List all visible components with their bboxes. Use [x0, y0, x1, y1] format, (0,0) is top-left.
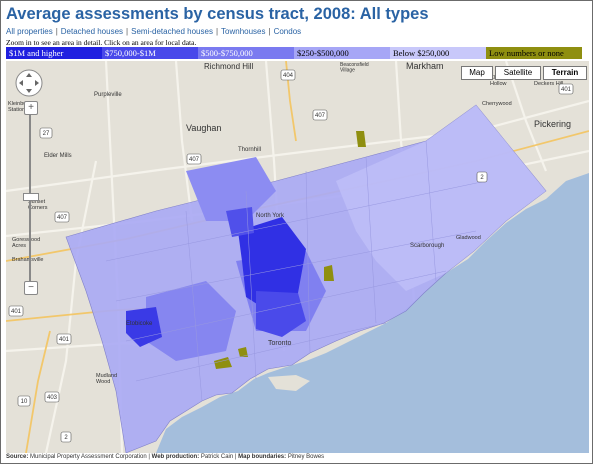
shield-403: 403 — [44, 391, 60, 403]
shield-407-mid: 407 — [186, 153, 202, 165]
shield-404-north: 404 — [280, 69, 296, 81]
label-brahamsville: Brahamsville — [12, 257, 43, 263]
svg-text:27: 27 — [43, 131, 50, 137]
shield-2-west: 2 — [60, 431, 72, 443]
svg-text:10: 10 — [21, 399, 28, 405]
map-type-map-button[interactable]: Map — [461, 66, 493, 80]
shield-10: 10 — [17, 395, 31, 407]
shield-2-east: 2 — [476, 171, 488, 183]
boundaries-text: Pitney Bowes — [287, 454, 325, 460]
label-toronto: Toronto — [268, 340, 291, 347]
zoom-in-button[interactable]: + — [24, 101, 38, 115]
source-text: Municipal Property Assessment Corporatio… — [30, 454, 147, 460]
shield-407-east: 407 — [312, 109, 328, 121]
label-gladwood: Gladwood — [456, 235, 481, 241]
label-north-york: North York — [256, 213, 285, 219]
page-title: Average assessments by census tract, 200… — [6, 5, 429, 23]
map-type-terrain-button[interactable]: Terrain — [543, 66, 587, 80]
svg-text:401: 401 — [561, 87, 572, 93]
nav-link-all-properties[interactable]: All properties — [6, 27, 53, 36]
shield-401-far-west: 401 — [8, 305, 24, 317]
web-label: Web production: — [151, 454, 200, 460]
property-type-nav: All properties | Detached houses | Semi-deta… — [6, 27, 302, 36]
label-elder-mills: Elder Mills — [44, 153, 72, 159]
legend-item-below-250k: Below $250,000 — [390, 47, 486, 59]
svg-text:401: 401 — [59, 337, 70, 343]
shield-27: 27 — [39, 127, 53, 139]
zoom-slider-handle[interactable] — [23, 193, 39, 201]
legend-item-500k-750k: $500-$750,000 — [198, 47, 294, 59]
map-canvas[interactable]: Richmond Hill Markham Vaughan Pickering … — [6, 61, 589, 453]
label-pickering: Pickering — [534, 119, 571, 129]
label-etobicoke: Etobicoke — [126, 321, 153, 327]
boundaries-label: Map boundaries: — [238, 454, 287, 460]
shield-401-west: 401 — [56, 333, 72, 345]
legend-item-1m-and-higher: $1M and higher — [6, 47, 102, 59]
svg-text:401: 401 — [11, 309, 22, 315]
label-richmond-hill: Richmond Hill — [204, 62, 254, 71]
svg-text:403: 403 — [47, 395, 58, 401]
legend-item-low-numbers: Low numbers or none — [486, 47, 582, 59]
label-markham: Markham — [406, 61, 444, 71]
legend-item-750k-1m: $750,000-$1M — [102, 47, 198, 59]
label-purpleville: Purpleville — [94, 92, 122, 98]
source-label: Source: — [6, 454, 29, 460]
svg-text:404: 404 — [283, 73, 294, 79]
nav-link-detached-houses[interactable]: Detached houses — [61, 27, 123, 36]
legend-item-250k-500k: $250-$500,000 — [294, 47, 390, 59]
label-vaughan: Vaughan — [186, 123, 221, 133]
svg-text:407: 407 — [189, 157, 200, 163]
label-cherrywood: Cherrywood — [482, 101, 512, 107]
pan-control[interactable] — [15, 69, 43, 97]
label-thornhill: Thornhill — [238, 147, 261, 153]
zoom-out-button[interactable]: − — [24, 281, 38, 295]
map-svg: Richmond Hill Markham Vaughan Pickering … — [6, 61, 589, 453]
shield-401-east: 401 — [558, 83, 574, 95]
map-instructions: Zoom in to see an area in detail. Click … — [6, 38, 197, 47]
svg-text:407: 407 — [57, 215, 68, 221]
nav-link-townhouses[interactable]: Townhouses — [221, 27, 265, 36]
map-credits: Source: Municipal Property Assessment Co… — [6, 454, 325, 460]
nav-link-condos[interactable]: Condos — [274, 27, 302, 36]
web-text: Patrick Cain — [200, 454, 234, 460]
map-type-satellite-button[interactable]: Satellite — [495, 66, 541, 80]
label-scarborough: Scarborough — [410, 243, 444, 249]
svg-text:407: 407 — [315, 113, 326, 119]
page-frame: Average assessments by census tract, 200… — [0, 0, 593, 464]
pan-arrows-icon — [15, 69, 43, 97]
map-legend: $1M and higher $750,000-$1M $500-$750,00… — [6, 47, 582, 59]
nav-link-semi-detached-houses[interactable]: Semi-detached houses — [131, 27, 213, 36]
shield-407-west: 407 — [54, 211, 70, 223]
